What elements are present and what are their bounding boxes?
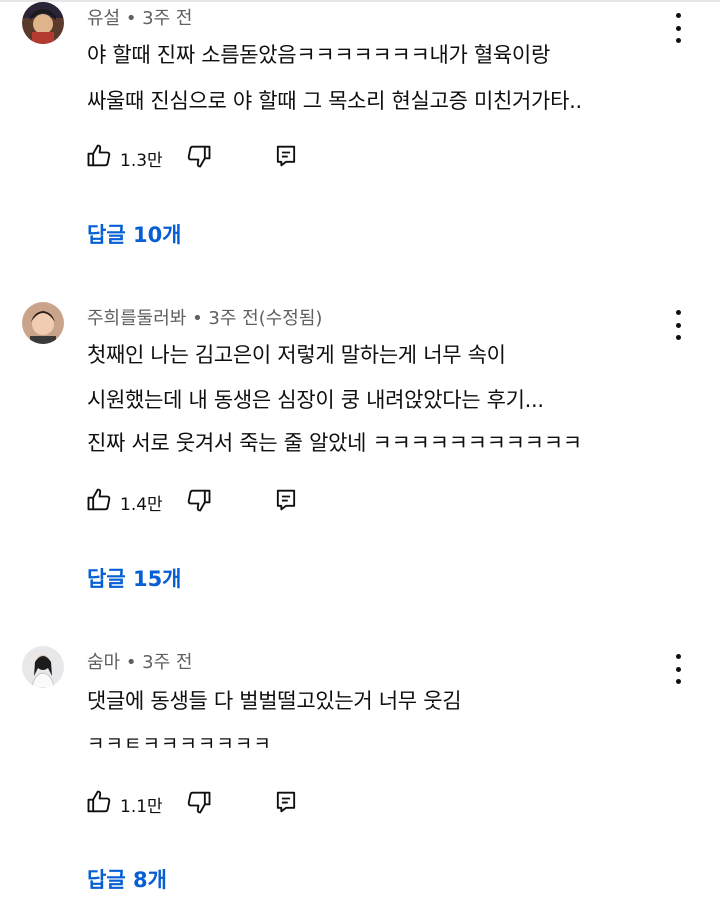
avatar[interactable] [22, 302, 64, 344]
like-button[interactable] [85, 142, 113, 170]
thumbs-down-icon [187, 489, 211, 512]
comment-meta: 숨마 • 3주 전 [87, 652, 193, 673]
dislike-button[interactable] [185, 486, 213, 514]
comment-meta: 주희를둘러봐 • 3주 전(수정됨) [87, 308, 323, 329]
more-options-button[interactable] [668, 654, 688, 684]
top-divider [0, 0, 720, 2]
thumbs-up-icon [87, 488, 111, 511]
reply-icon [276, 145, 296, 167]
more-options-button[interactable] [668, 310, 688, 340]
like-button[interactable] [85, 486, 113, 514]
thumbs-down-icon [187, 791, 211, 814]
more-vertical-icon [675, 13, 681, 18]
comment-actions: 1.3만 [85, 142, 325, 172]
reply-icon [276, 791, 296, 813]
comment-actions: 1.1만 [85, 788, 325, 818]
like-count: 1.3만 [120, 151, 163, 171]
comment-text-line: ㅋㅋㅌㅋㅋㅋㅋㅋㅋㅋ [87, 733, 272, 755]
more-options-button[interactable] [668, 13, 688, 43]
view-replies-button[interactable]: 답글 15개 [87, 563, 182, 593]
thumbs-up-icon [87, 790, 111, 813]
comment-text-line: 야 할때 진짜 소름돋았음ㅋㅋㅋㅋㅋㅋㅋ내가 혈육이랑 [87, 43, 550, 67]
thumbs-down-icon [187, 145, 211, 168]
view-replies-button[interactable]: 답글 8개 [87, 864, 167, 894]
comment-text-line: 시원했는데 내 동생은 심장이 쿵 내려앉았다는 후기... [87, 388, 544, 412]
more-vertical-icon [675, 654, 681, 659]
like-count: 1.4만 [120, 495, 163, 515]
dislike-button[interactable] [185, 788, 213, 816]
comment-meta: 유설 • 3주 전 [87, 8, 193, 29]
avatar[interactable] [22, 2, 64, 44]
comment-actions: 1.4만 [85, 486, 325, 516]
like-button[interactable] [85, 788, 113, 816]
comment-text-line: 첫째인 나는 김고은이 저렇게 말하는게 너무 속이 [87, 343, 506, 367]
reply-button[interactable] [272, 142, 300, 170]
comment-text-line: 댓글에 동생들 다 벌벌떨고있는거 너무 웃김 [87, 689, 462, 713]
reply-icon [276, 489, 296, 511]
more-vertical-icon [675, 310, 681, 315]
comment-text-line: 싸울때 진심으로 야 할때 그 목소리 현실고증 미친거가타.. [87, 89, 582, 113]
thumbs-up-icon [87, 144, 111, 167]
reply-button[interactable] [272, 788, 300, 816]
view-replies-button[interactable]: 답글 10개 [87, 219, 182, 249]
avatar[interactable] [22, 646, 64, 688]
like-count: 1.1만 [120, 797, 163, 817]
reply-button[interactable] [272, 486, 300, 514]
dislike-button[interactable] [185, 142, 213, 170]
comment-text-line: 진짜 서로 웃겨서 죽는 줄 알았네 ㅋㅋㅋㅋㅋㅋㅋㅋㅋㅋㅋ [87, 431, 582, 455]
